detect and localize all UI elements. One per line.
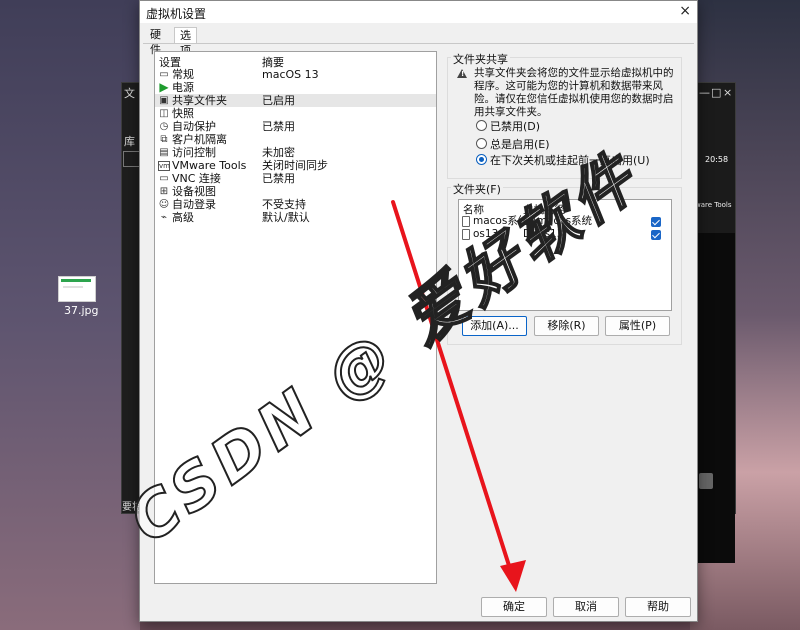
- settings-item-summary: 已启用: [262, 94, 295, 107]
- folder-enabled-checkbox[interactable]: [651, 230, 661, 240]
- background-window-title: 文: [124, 87, 135, 100]
- background-vm-window: — □ × 20:58 ware Tools: [694, 82, 736, 563]
- dialog-titlebar[interactable]: 虚拟机设置 ×: [140, 1, 697, 23]
- clock-icon: ◷: [159, 121, 169, 132]
- settings-item-power[interactable]: ▶ 电源: [155, 81, 436, 94]
- settings-item-access-control[interactable]: ▤ 访问控制 未加密: [155, 146, 436, 159]
- settings-item-label: 客户机隔离: [172, 133, 227, 146]
- user-icon: ☺: [158, 199, 170, 210]
- folder-sharing-title: 文件夹共享: [451, 51, 510, 67]
- folder-enabled-checkbox[interactable]: [651, 217, 661, 227]
- radio-always-enabled[interactable]: [476, 138, 487, 149]
- tab-options[interactable]: 选项: [174, 27, 197, 57]
- power-play-icon: ▶: [159, 80, 169, 94]
- folder-icon: [462, 216, 470, 227]
- folders-list: 名称 主机路径 macos系统 E:\macos系统 os13 D:\os13: [458, 199, 672, 311]
- vm-clock: 20:58: [705, 155, 729, 164]
- settings-item-summary: macOS 13: [262, 68, 319, 81]
- settings-list: 设置 摘要 ▭ 常规 macOS 13 ▶ 电源 ▣ 共享文件夹 已启用 ◫ 快…: [154, 51, 437, 584]
- dialog-title: 虚拟机设置: [146, 7, 207, 21]
- vm-tools-label: ware Tools: [695, 201, 732, 209]
- settings-item-label: 高级: [172, 211, 194, 224]
- settings-item-summary: 未加密: [262, 146, 295, 159]
- settings-item-label: VNC 连接: [172, 172, 221, 185]
- radio-disabled[interactable]: [476, 120, 487, 131]
- minimize-icon[interactable]: —: [699, 86, 710, 99]
- snapshot-icon: ◫: [159, 108, 169, 119]
- folder-path: E:\macos系统: [523, 215, 593, 227]
- vm-settings-dialog: 虚拟机设置 × 硬件 选项 设置 摘要 ▭ 常规 macOS 13 ▶ 电源 ▣…: [139, 0, 698, 622]
- settings-item-summary: 已禁用: [262, 172, 295, 185]
- settings-item-summary: 不受支持: [262, 198, 306, 211]
- settings-item-summary: 默认/默认: [262, 211, 310, 224]
- isolation-icon: ⧉: [160, 134, 168, 145]
- vmware-tools-icon: vm: [158, 161, 170, 171]
- settings-item-autologin[interactable]: ☺ 自动登录 不受支持: [155, 198, 436, 211]
- warning-icon: [457, 69, 467, 78]
- settings-item-label: 共享文件夹: [172, 94, 227, 107]
- settings-item-advanced[interactable]: ⌁ 高级 默认/默认: [155, 211, 436, 224]
- shared-folder-icon: ▣: [159, 95, 169, 106]
- trash-icon: [699, 473, 713, 489]
- close-icon[interactable]: ×: [723, 86, 732, 99]
- folder-name: macos系统: [473, 215, 529, 227]
- advanced-icon: ⌁: [160, 212, 168, 223]
- image-file-icon[interactable]: [58, 276, 96, 302]
- settings-item-label: 设备视图: [172, 185, 216, 198]
- device-view-icon: ⊞: [159, 186, 169, 197]
- settings-item-vnc[interactable]: ▭ VNC 连接 已禁用: [155, 172, 436, 185]
- maximize-icon[interactable]: □: [711, 86, 721, 99]
- radio-until-poweroff-label[interactable]: 在下次关机或挂起前一直启用(U): [490, 152, 650, 168]
- folder-name: os13: [473, 228, 499, 240]
- tab-hardware[interactable]: 硬件: [145, 27, 166, 56]
- monitor-icon: ▭: [159, 69, 169, 80]
- folder-properties-button[interactable]: 属性(P): [605, 316, 670, 336]
- radio-always-enabled-label[interactable]: 总是启用(E): [490, 136, 550, 152]
- sharing-warning-text: 共享文件夹会将您的文件显示给虚拟机中的程序。这可能为您的计算机和数据带来风险。请…: [474, 67, 674, 118]
- remove-folder-button[interactable]: 移除(R): [534, 316, 599, 336]
- settings-item-general[interactable]: ▭ 常规 macOS 13: [155, 68, 436, 81]
- settings-item-summary: 关闭时间同步: [262, 159, 328, 172]
- folder-path: D:\os13: [523, 228, 564, 240]
- folder-row[interactable]: macos系统 E:\macos系统: [459, 215, 671, 228]
- settings-item-label: 自动保护: [172, 120, 216, 133]
- folders-title: 文件夹(F): [451, 181, 503, 197]
- desktop-file-label[interactable]: 37.jpg: [64, 304, 99, 317]
- settings-item-label: 快照: [172, 107, 194, 120]
- close-icon[interactable]: ×: [679, 3, 691, 19]
- folder-row[interactable]: os13 D:\os13: [459, 228, 671, 241]
- settings-item-snapshots[interactable]: ◫ 快照: [155, 107, 436, 120]
- settings-item-label: 电源: [172, 81, 194, 94]
- settings-item-guest-isolation[interactable]: ⧉ 客户机隔离: [155, 133, 436, 146]
- settings-item-autoprotect[interactable]: ◷ 自动保护 已禁用: [155, 120, 436, 133]
- settings-item-label: VMware Tools: [172, 159, 247, 172]
- settings-item-summary: 已禁用: [262, 120, 295, 133]
- radio-until-poweroff[interactable]: [476, 154, 487, 165]
- tab-divider: [143, 43, 694, 44]
- settings-item-label: 常规: [172, 68, 194, 81]
- settings-item-label: 访问控制: [172, 146, 216, 159]
- settings-item-vmware-tools[interactable]: vm VMware Tools 关闭时间同步: [155, 159, 436, 172]
- vm-screen: [695, 233, 735, 563]
- ok-button[interactable]: 确定: [481, 597, 547, 617]
- radio-disabled-label[interactable]: 已禁用(D): [490, 118, 540, 134]
- lock-icon: ▤: [159, 147, 169, 158]
- settings-item-shared-folders[interactable]: ▣ 共享文件夹 已启用: [155, 94, 436, 107]
- settings-item-device-view[interactable]: ⊞ 设备视图: [155, 185, 436, 198]
- background-window-label: 库: [124, 135, 135, 148]
- help-button[interactable]: 帮助: [625, 597, 691, 617]
- settings-item-label: 自动登录: [172, 198, 216, 211]
- add-folder-button[interactable]: 添加(A)...: [462, 316, 527, 336]
- folder-icon: [462, 229, 470, 240]
- vnc-icon: ▭: [159, 173, 169, 184]
- cancel-button[interactable]: 取消: [553, 597, 619, 617]
- settings-list-header: 设置 摘要: [155, 52, 436, 69]
